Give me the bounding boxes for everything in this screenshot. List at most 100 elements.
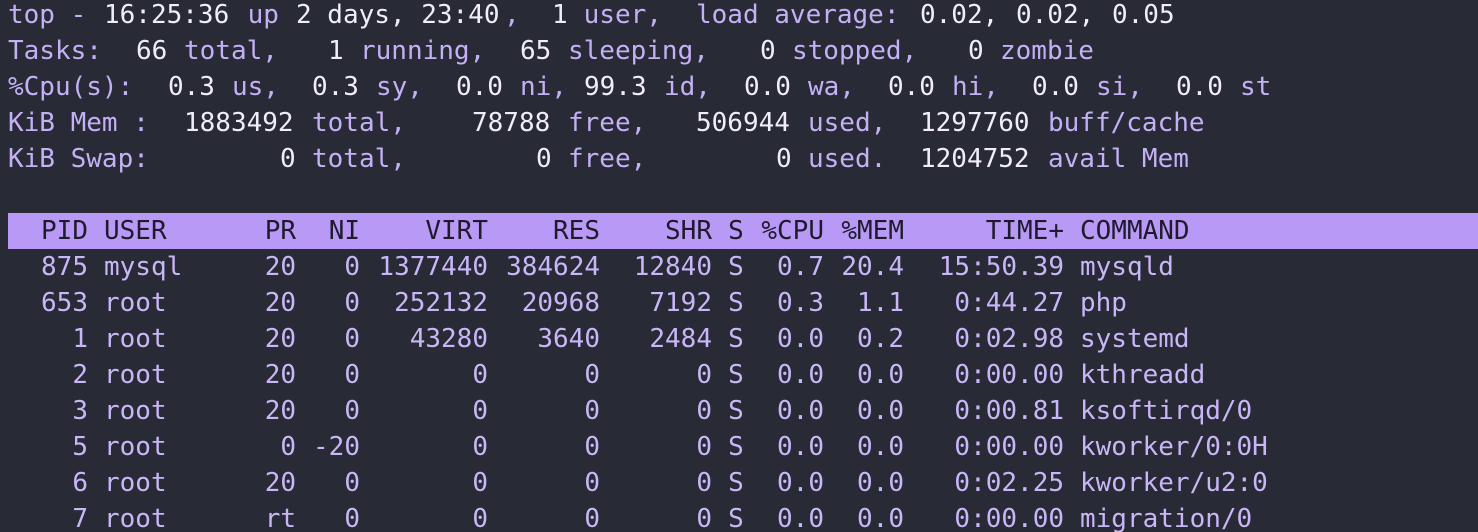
cpu-wa: 0.0 — [744, 72, 791, 102]
mem-buff-cache-label: buff/cache — [1048, 108, 1205, 138]
process-virt-cell: 43280 — [409, 324, 488, 354]
cpu-st-label: st — [1240, 72, 1272, 102]
process-row: 6 root 20 0 0 0 0 S 0.0 0.0 0:02.25 kworker/u2:0 — [0, 465, 1478, 501]
up-label: up — [232, 0, 295, 30]
process-user-cell: mysql — [104, 252, 183, 282]
process-res-cell: 0 — [584, 468, 600, 498]
column-header-pr: PR — [264, 216, 296, 246]
process-command-cell: php — [1080, 288, 1127, 318]
process-pid-cell: 7 — [72, 504, 88, 532]
process-mem-cell: 0.0 — [857, 468, 904, 498]
process-command-cell: kthreadd — [1080, 360, 1206, 390]
tasks-running: 1 — [328, 36, 344, 66]
process-pr-cell: 20 — [264, 288, 296, 318]
process-command-cell: kworker/0:0H — [1080, 432, 1268, 462]
terminal-window: top - 16:25:36 up 2 days, 23:40 , 1 user… — [0, 0, 1478, 532]
process-cpu-cell: 0.7 — [777, 252, 824, 282]
process-shr-cell: 0 — [696, 468, 712, 498]
column-header-res: RES — [553, 216, 600, 246]
process-mem-cell: 0.0 — [857, 396, 904, 426]
process-time-cell: 15:50.39 — [938, 252, 1064, 282]
process-time-cell: 0:00.00 — [954, 504, 1064, 532]
process-user-cell: root — [104, 504, 167, 532]
process-virt-cell: 0 — [472, 432, 488, 462]
process-pid-cell: 5 — [72, 432, 88, 462]
cpu-hi-label: hi, — [952, 72, 999, 102]
summary-cpu-line: %Cpu(s): 0.3 us, 0.3 sy, 0.0 ni, 99.3 id… — [0, 69, 1271, 105]
process-pr-cell: 0 — [280, 432, 296, 462]
load-average-5: 0.02, — [1016, 0, 1095, 30]
swap-used-label: used. — [808, 144, 887, 174]
process-cpu-cell: 0.0 — [777, 324, 824, 354]
process-row: 2 root 20 0 0 0 0 S 0.0 0.0 0:00.00 kthreadd — [0, 357, 1478, 393]
tasks-sleeping-label: sleeping, — [568, 36, 709, 66]
process-time-cell: 0:00.00 — [954, 432, 1064, 462]
swap-free: 0 — [536, 144, 552, 174]
process-virt-cell: 252132 — [394, 288, 488, 318]
cpu-id-label: id, — [664, 72, 711, 102]
process-s-cell: S — [728, 396, 744, 426]
cpu-label: %Cpu(s): — [8, 72, 134, 102]
mem-buff-cache: 1297760 — [920, 108, 1030, 138]
process-ni-cell: 0 — [344, 396, 360, 426]
process-s-cell: S — [728, 360, 744, 390]
tasks-zombie-label: zombie — [1000, 36, 1094, 66]
user-count: 1 — [552, 0, 568, 30]
process-ni-cell: 0 — [344, 468, 360, 498]
summary-tasks-line: Tasks: 66 total, 1 running, 65 sleeping,… — [0, 33, 1094, 69]
tasks-total: 66 — [136, 36, 168, 66]
cpu-st: 0.0 — [1176, 72, 1223, 102]
process-s-cell: S — [728, 288, 744, 318]
process-res-cell: 20968 — [521, 288, 600, 318]
process-command-cell: systemd — [1080, 324, 1190, 354]
column-header-time: TIME+ — [985, 216, 1064, 246]
cpu-us-label: us, — [232, 72, 279, 102]
process-pr-cell: 20 — [264, 360, 296, 390]
current-time: 16:25:36 — [104, 0, 230, 30]
mem-free: 78788 — [472, 108, 551, 138]
cpu-us: 0.3 — [168, 72, 215, 102]
process-s-cell: S — [728, 324, 744, 354]
cpu-sy: 0.3 — [312, 72, 359, 102]
tasks-zombie: 0 — [968, 36, 984, 66]
process-row: 1 root 20 0 43280 3640 2484 S 0.0 0.2 0:02.98 syste… — [0, 321, 1478, 357]
uptime-value: 2 days, 23:40 — [296, 0, 500, 30]
process-res-cell: 384624 — [506, 252, 600, 282]
cpu-sy-label: sy, — [376, 72, 423, 102]
cpu-ni: 0.0 — [456, 72, 503, 102]
process-pid-cell: 875 — [41, 252, 88, 282]
swap-used: 0 — [776, 144, 792, 174]
summary-uptime-line: top - 16:25:36 up 2 days, 23:40 , 1 user… — [0, 0, 1175, 33]
process-time-cell: 0:44.27 — [954, 288, 1064, 318]
process-row: 5 root 0 -20 0 0 0 S 0.0 0.0 0:00.00 kworker/0:0H — [0, 429, 1478, 465]
mem-used-label: used, — [808, 108, 887, 138]
process-time-cell: 0:02.98 — [954, 324, 1064, 354]
process-cpu-cell: 0.3 — [777, 288, 824, 318]
load-average-1: 0.02, — [920, 0, 999, 30]
cpu-ni-label: ni, — [520, 72, 567, 102]
process-user-cell: root — [104, 360, 167, 390]
swap-label: KiB Swap: — [8, 144, 149, 174]
process-cpu-cell: 0.0 — [777, 432, 824, 462]
column-header-s: S — [728, 216, 744, 246]
process-shr-cell: 7192 — [649, 288, 712, 318]
process-ni-cell: -20 — [313, 432, 360, 462]
process-user-cell: root — [104, 324, 167, 354]
process-pid-cell: 653 — [41, 288, 88, 318]
column-header-cpu: %CPU — [761, 216, 824, 246]
process-pr-cell: 20 — [264, 324, 296, 354]
process-shr-cell: 12840 — [633, 252, 712, 282]
tasks-running-label: running, — [360, 36, 486, 66]
process-pid-cell: 1 — [72, 324, 88, 354]
process-user-cell: root — [104, 432, 167, 462]
swap-total: 0 — [280, 144, 296, 174]
column-header-virt: VIRT — [425, 216, 488, 246]
process-ni-cell: 0 — [344, 504, 360, 532]
tasks-total-label: total, — [184, 36, 278, 66]
process-ni-cell: 0 — [344, 288, 360, 318]
process-shr-cell: 0 — [696, 432, 712, 462]
mem-total-label: total, — [312, 108, 406, 138]
column-header-shr: SHR — [665, 216, 712, 246]
column-header-mem: %MEM — [841, 216, 904, 246]
load-average-label: load average: — [696, 0, 900, 30]
